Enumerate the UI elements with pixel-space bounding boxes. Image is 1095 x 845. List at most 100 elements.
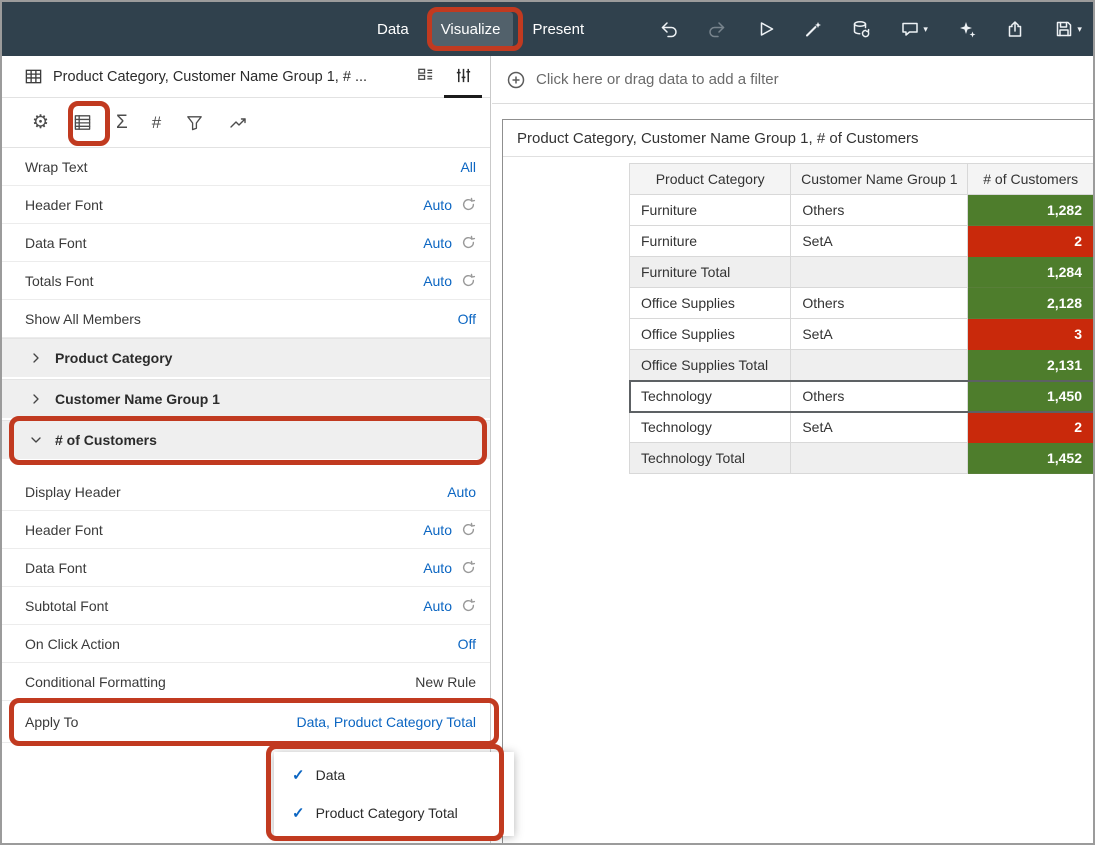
category-cell[interactable]: Furniture — [630, 195, 791, 226]
table-row[interactable]: Office SuppliesSetA3 — [630, 319, 1094, 350]
property-value[interactable]: Auto — [423, 598, 452, 614]
number-icon[interactable]: # — [152, 114, 161, 131]
property-value[interactable]: Auto — [423, 560, 452, 576]
filter-bar[interactable]: Click here or drag data to add a filter — [492, 56, 1093, 104]
value-cell[interactable]: 2 — [968, 226, 1094, 257]
visualization-panel[interactable]: Product Category, Customer Name Group 1,… — [502, 119, 1095, 845]
tab-present[interactable]: Present — [519, 12, 597, 47]
properties-tab[interactable] — [444, 56, 482, 98]
category-cell[interactable]: Technology Total — [630, 443, 791, 474]
property-value[interactable]: Auto — [423, 235, 452, 251]
section-label: Customer Name Group 1 — [55, 391, 220, 407]
table-row[interactable]: Office Supplies Total 2,131 — [630, 350, 1094, 381]
sigma-icon[interactable]: Σ — [116, 113, 128, 132]
grammar-tab[interactable] — [406, 56, 444, 98]
trend-icon[interactable] — [228, 113, 248, 133]
property-totals-font[interactable]: Totals FontAuto — [2, 262, 490, 300]
group-cell[interactable]: SetA — [791, 412, 968, 443]
table-row[interactable]: TechnologySetA2 — [630, 412, 1094, 443]
category-cell[interactable]: Furniture Total — [630, 257, 791, 288]
category-cell[interactable]: Technology — [630, 412, 791, 443]
play-button[interactable] — [741, 2, 789, 56]
property-display-header[interactable]: Display HeaderAuto — [2, 473, 490, 511]
column-header-customer-name-group-1[interactable]: Customer Name Group 1 — [791, 164, 968, 195]
auto-insights-button[interactable] — [789, 2, 837, 56]
table-row[interactable]: Furniture Total 1,284 — [630, 257, 1094, 288]
property-value[interactable]: New Rule — [415, 674, 476, 690]
column-header-of-customers[interactable]: # of Customers — [968, 164, 1094, 195]
value-cell[interactable]: 2,128 — [968, 288, 1094, 319]
property-wrap-text[interactable]: Wrap TextAll — [2, 148, 490, 186]
reset-icon[interactable] — [461, 235, 476, 250]
section-product-category[interactable]: Product Category — [2, 338, 490, 379]
property-value[interactable]: Auto — [423, 197, 452, 213]
section-number-of-customers[interactable]: # of Customers — [2, 420, 490, 461]
gear-icon[interactable]: ⚙ — [32, 113, 49, 132]
filter-bar-text: Click here or drag data to add a filter — [536, 71, 779, 88]
value-cell[interactable]: 2,131 — [968, 350, 1094, 381]
value-cell[interactable]: 1,452 — [968, 443, 1094, 474]
property-apply-to[interactable]: Apply To Data, Product Category Total — [2, 701, 490, 743]
property-value[interactable]: Off — [458, 636, 476, 652]
property-value[interactable]: All — [460, 159, 476, 175]
category-cell[interactable]: Office Supplies — [630, 288, 791, 319]
section-customer-name-group-1[interactable]: Customer Name Group 1 — [2, 379, 490, 420]
toolbar-actions: ▾ ▾ — [645, 2, 1093, 56]
value-cell[interactable]: 1,282 — [968, 195, 1094, 226]
value-cell[interactable]: 2 — [968, 412, 1094, 443]
property-data-font[interactable]: Data FontAuto — [2, 549, 490, 587]
reset-icon[interactable] — [461, 273, 476, 288]
group-cell[interactable]: Others — [791, 195, 968, 226]
category-cell[interactable]: Technology — [630, 381, 791, 412]
property-value[interactable]: Off — [458, 311, 476, 327]
group-cell[interactable]: SetA — [791, 319, 968, 350]
reset-icon[interactable] — [461, 598, 476, 613]
property-conditional-formatting[interactable]: Conditional FormattingNew Rule — [2, 663, 490, 701]
property-header-font[interactable]: Header FontAuto — [2, 511, 490, 549]
group-cell[interactable] — [791, 257, 968, 288]
value-cell[interactable]: 3 — [968, 319, 1094, 350]
save-button[interactable]: ▾ — [1039, 2, 1093, 56]
table-row[interactable]: Office SuppliesOthers2,128 — [630, 288, 1094, 319]
group-cell[interactable] — [791, 443, 968, 474]
tab-visualize[interactable]: Visualize — [428, 12, 514, 47]
refresh-data-button[interactable] — [837, 2, 885, 56]
export-button[interactable] — [991, 2, 1039, 56]
group-cell[interactable] — [791, 350, 968, 381]
table-row[interactable]: Technology Total 1,452 — [630, 443, 1094, 474]
value-cell[interactable]: 1,450 — [968, 381, 1094, 412]
undo-button[interactable] — [645, 2, 693, 56]
group-cell[interactable]: Others — [791, 381, 968, 412]
property-header-font[interactable]: Header FontAuto — [2, 186, 490, 224]
reset-icon[interactable] — [461, 560, 476, 575]
tab-data[interactable]: Data — [364, 12, 422, 47]
property-subtotal-font[interactable]: Subtotal FontAuto — [2, 587, 490, 625]
property-on-click-action[interactable]: On Click ActionOff — [2, 625, 490, 663]
property-label: Show All Members — [25, 311, 141, 327]
column-header-product-category[interactable]: Product Category — [630, 164, 791, 195]
menu-item-product-category-total[interactable]: ✓Product Category Total — [274, 794, 514, 832]
reset-icon[interactable] — [461, 197, 476, 212]
property-value[interactable]: Auto — [447, 484, 476, 500]
menu-item-data[interactable]: ✓Data — [274, 756, 514, 794]
value-cell[interactable]: 1,284 — [968, 257, 1094, 288]
category-cell[interactable]: Furniture — [630, 226, 791, 257]
comments-button[interactable]: ▾ — [885, 2, 943, 56]
property-value[interactable]: Auto — [423, 522, 452, 538]
property-show-all-members[interactable]: Show All Members Off — [2, 300, 490, 338]
table-row[interactable]: FurnitureOthers1,282 — [630, 195, 1094, 226]
property-value[interactable]: Data, Product Category Total — [296, 714, 476, 730]
category-cell[interactable]: Office Supplies Total — [630, 350, 791, 381]
table-row[interactable]: FurnitureSetA2 — [630, 226, 1094, 257]
filter-icon[interactable] — [185, 113, 204, 132]
group-cell[interactable]: Others — [791, 288, 968, 319]
redo-button[interactable] — [693, 2, 741, 56]
group-cell[interactable]: SetA — [791, 226, 968, 257]
spark-button[interactable] — [943, 2, 991, 56]
table-icon[interactable] — [73, 113, 92, 132]
category-cell[interactable]: Office Supplies — [630, 319, 791, 350]
property-data-font[interactable]: Data FontAuto — [2, 224, 490, 262]
property-value[interactable]: Auto — [423, 273, 452, 289]
table-row[interactable]: TechnologyOthers1,450 — [630, 381, 1094, 412]
reset-icon[interactable] — [461, 522, 476, 537]
